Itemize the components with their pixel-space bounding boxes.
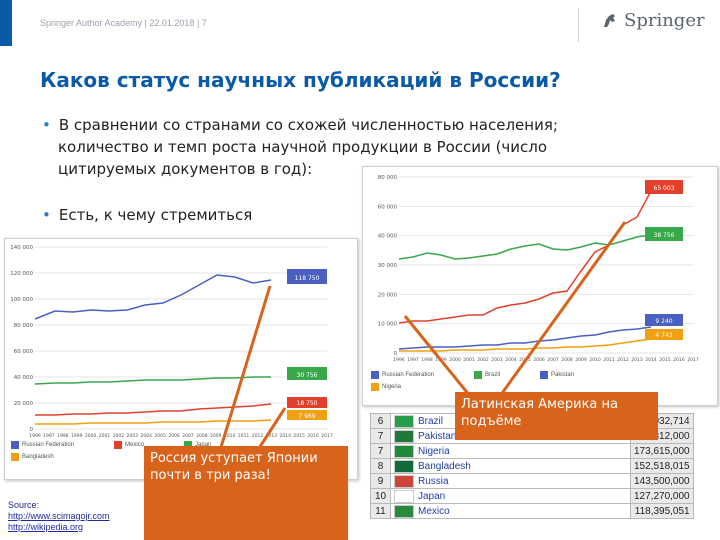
source-label: Source: xyxy=(8,500,40,510)
callout-latam: Латинская Америка на подъёме xyxy=(455,392,658,440)
callout-arrows xyxy=(206,221,627,491)
source-link-wikipedia[interactable]: http://wikipedia.org xyxy=(8,522,110,533)
source-link-scimago[interactable]: http://www.scimagojr.com xyxy=(8,511,110,522)
callout-russia: Россия уступает Японии почти в три раза! xyxy=(144,446,348,540)
arrow-latam-1 xyxy=(498,221,627,397)
source-block: Source: http://www.scimagojr.com http://… xyxy=(8,500,110,533)
arrow-latam-2 xyxy=(403,315,472,397)
